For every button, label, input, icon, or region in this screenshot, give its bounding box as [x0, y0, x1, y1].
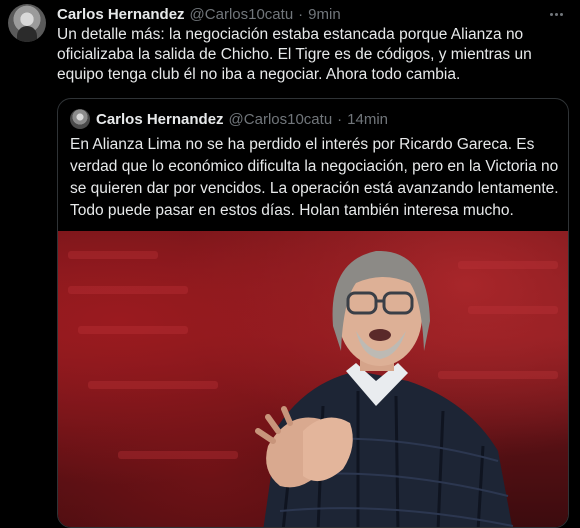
quoted-tweet-photo[interactable] [58, 231, 568, 527]
author-name[interactable]: Carlos Hernandez [57, 6, 185, 23]
more-options-icon[interactable] [546, 4, 566, 24]
tweet-timestamp[interactable]: 9min [308, 6, 341, 23]
quoted-tweet-text: En Alianza Lima no se ha perdido el inte… [70, 136, 559, 219]
tweet-text: Un detalle más: la negociación estaba es… [57, 26, 532, 83]
quoted-tweet-header: Carlos Hernandez @Carlos10catu · 14min [70, 109, 388, 129]
quoted-author-handle[interactable]: @Carlos10catu [229, 111, 333, 128]
quoted-author-avatar[interactable] [70, 109, 90, 129]
quoted-author-name[interactable]: Carlos Hernandez [96, 111, 224, 128]
quoted-tweet[interactable]: Carlos Hernandez @Carlos10catu · 14min E… [57, 98, 569, 528]
tweet-header: Carlos Hernandez @Carlos10catu · 9min [57, 4, 341, 24]
author-handle[interactable]: @Carlos10catu [190, 6, 294, 23]
separator-dot: · [298, 5, 304, 23]
author-avatar[interactable] [8, 4, 46, 42]
quoted-separator-dot: · [337, 110, 343, 128]
tweet[interactable]: Carlos Hernandez @Carlos10catu · 9min Un… [0, 0, 580, 528]
quoted-tweet-timestamp[interactable]: 14min [347, 111, 388, 128]
coach-photo-illustration [68, 250, 558, 527]
